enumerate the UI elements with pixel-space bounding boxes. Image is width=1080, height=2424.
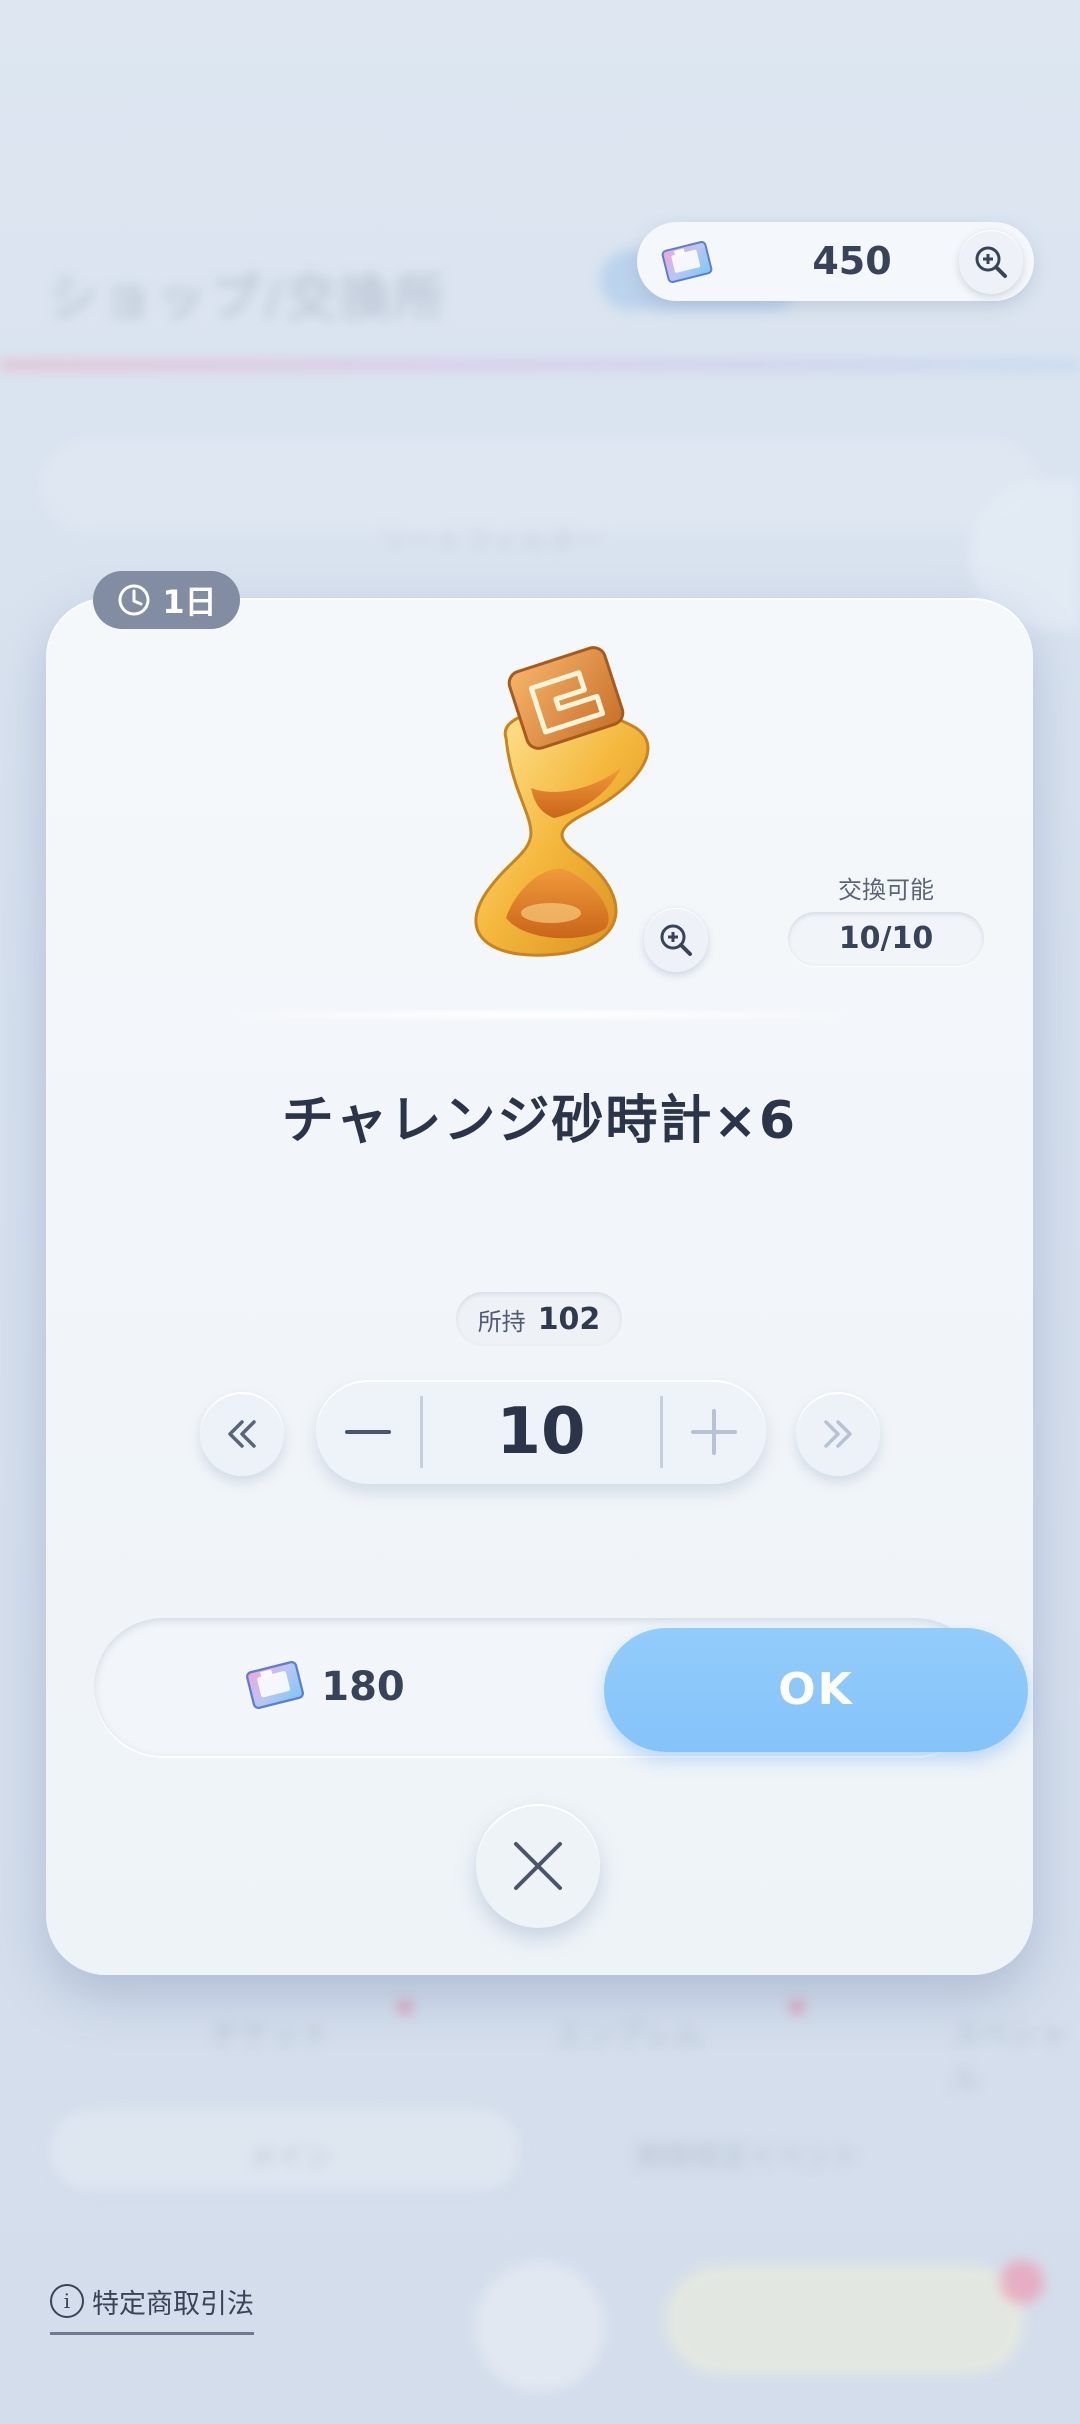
close-button[interactable]	[476, 1804, 600, 1928]
zoom-in-icon	[975, 246, 1007, 278]
legal-notice-link[interactable]: i 特定商取引法	[50, 2276, 254, 2335]
decrease-button[interactable]	[336, 1400, 400, 1464]
owned-label: 所持	[477, 1307, 526, 1336]
stepper-divider	[420, 1396, 423, 1468]
background-sort-text: ソートフィルター	[380, 525, 604, 558]
time-remaining-badge: 1日	[93, 571, 240, 629]
time-remaining-label: 1日	[162, 583, 217, 621]
hourglass-item-icon	[436, 638, 696, 958]
background-gold-button	[665, 2265, 1025, 2375]
exchange-modal: 交換可能 10/10 チャレンジ砂時計×6 所持 102 10 180 OK	[46, 598, 1033, 1975]
background-tab: エンブレム	[555, 2018, 704, 2053]
cost-value: 180	[321, 1664, 405, 1710]
exchange-ticket-icon	[243, 1655, 307, 1719]
close-icon	[514, 1842, 562, 1890]
plus-icon	[691, 1409, 737, 1455]
legal-notice-label: 特定商取引法	[92, 2288, 254, 2320]
exchange-ticket-icon	[659, 236, 715, 292]
ok-button[interactable]: OK	[604, 1628, 1028, 1752]
currency-zoom-button[interactable]	[959, 230, 1023, 294]
exchange-available-label: 交換可能	[838, 876, 934, 904]
background-pill-label: メイン	[248, 2140, 333, 2173]
increase-button[interactable]	[682, 1400, 746, 1464]
background-tab-dot	[790, 2000, 804, 2014]
decrease-to-min-button[interactable]	[200, 1392, 284, 1476]
increase-to-max-button[interactable]	[796, 1392, 880, 1476]
background-badge	[1000, 2260, 1044, 2304]
owned-count: 所持 102	[456, 1292, 622, 1346]
background-tab: スペシャル	[950, 2018, 1068, 2097]
background-close-button	[475, 2262, 605, 2392]
quantity-stepper: 10	[316, 1380, 766, 1484]
background-divider	[0, 360, 1080, 370]
info-icon: i	[50, 2284, 84, 2318]
divider	[196, 1008, 886, 1022]
stepper-divider	[660, 1396, 663, 1468]
minus-icon	[345, 1430, 391, 1434]
double-chevron-left-icon	[228, 1420, 256, 1448]
owned-value: 102	[537, 1301, 601, 1337]
double-chevron-right-icon	[824, 1420, 852, 1448]
background-pill-label: 期間限定イベント	[636, 2140, 861, 2173]
background-tab-dot	[398, 2000, 412, 2014]
item-zoom-button[interactable]	[644, 908, 708, 972]
exchange-available-value: 10/10	[788, 912, 984, 966]
cost-display: 180	[94, 1618, 554, 1756]
background-row	[40, 440, 1040, 530]
background-tab: チケット	[210, 2018, 330, 2053]
currency-amount: 450	[812, 239, 892, 283]
zoom-in-icon	[660, 924, 692, 956]
clock-icon	[118, 584, 150, 616]
currency-bar: 450	[637, 222, 1034, 301]
purchase-bar: 180 OK	[94, 1618, 1028, 1756]
item-name: チャレンジ砂時計×6	[281, 1091, 798, 1151]
background-page-title: ショップ/交換所	[48, 269, 449, 327]
quantity-value: 10	[496, 1395, 586, 1469]
